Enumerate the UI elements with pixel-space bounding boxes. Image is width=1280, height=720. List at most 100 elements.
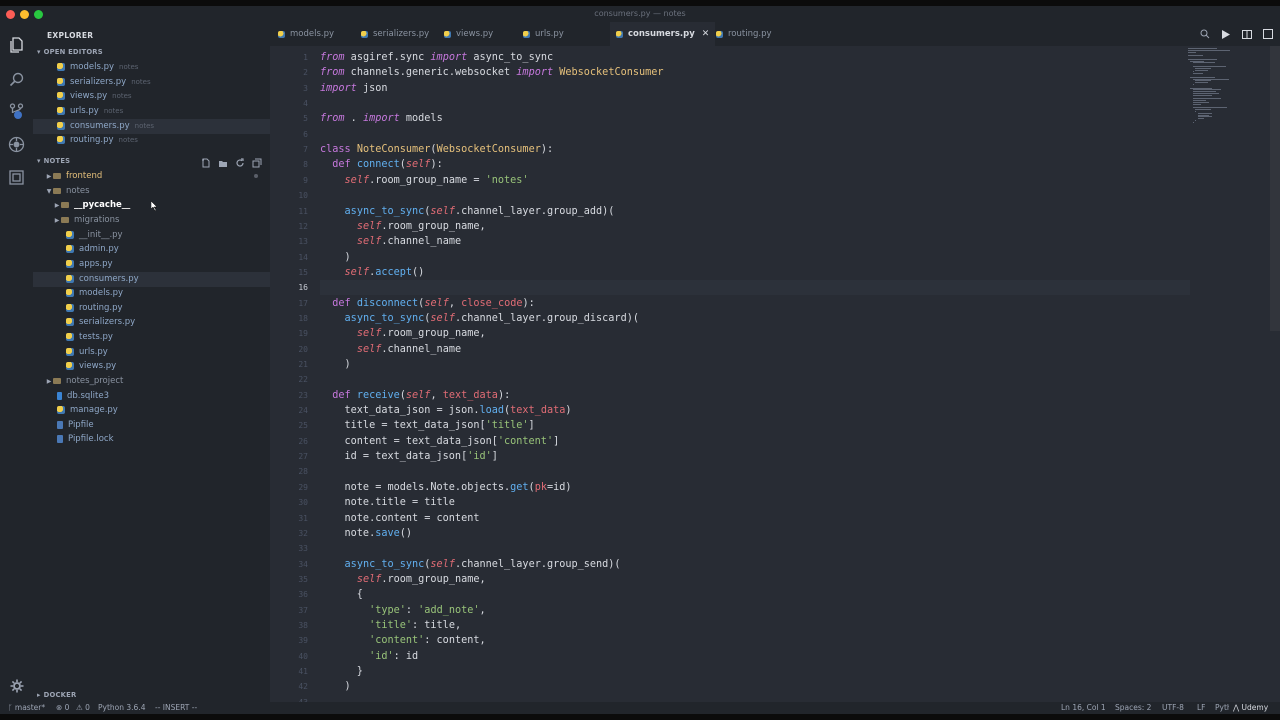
code-line[interactable]: import json (320, 81, 387, 96)
tree-file[interactable]: routing.py (33, 301, 303, 316)
code-line[interactable]: from channels.generic.websocket import W… (320, 65, 664, 80)
extensions-icon[interactable] (7, 168, 26, 187)
open-editor-item-active[interactable]: consumers.py notes (33, 119, 294, 134)
code-line[interactable]: from asgiref.sync import async_to_sync (320, 50, 553, 65)
code-editor[interactable]: 1 2 3 4 5 6 7 8 9 10 11 12 13 14 15 16 17 18 19 20 21 22 23 24 2… (270, 46, 1280, 702)
code-line[interactable]: 'title': title, (320, 618, 461, 633)
code-line[interactable]: self.channel_name (320, 234, 461, 249)
tree-folder-notes[interactable]: ▼ notes (33, 184, 282, 199)
tree-file[interactable]: Pipfile.lock (33, 432, 294, 447)
code-line[interactable]: { (320, 587, 363, 602)
minimap[interactable] (1188, 48, 1263, 128)
tab-routing[interactable]: routing.py (716, 22, 772, 46)
code-line[interactable]: self.room_group_name, (320, 326, 486, 341)
code-line[interactable]: content = text_data_json['content'] (320, 434, 560, 449)
tree-folder-frontend[interactable]: ▶ frontend (33, 169, 282, 184)
code-line[interactable]: ) (320, 679, 351, 694)
source-control-icon[interactable] (7, 102, 26, 121)
run-icon[interactable] (1221, 29, 1231, 39)
tree-file[interactable]: urls.py (33, 345, 303, 360)
tree-file[interactable]: __init__.py (33, 228, 303, 243)
warnings-count[interactable]: ⚠ 0 (76, 703, 90, 712)
tree-folder-migrations[interactable]: ▶ migrations (33, 213, 290, 228)
refresh-icon[interactable] (235, 158, 245, 168)
code-line[interactable]: note = models.Note.objects.get(pk=id) (320, 480, 572, 495)
encoding[interactable]: UTF-8 (1162, 703, 1184, 712)
code-line[interactable]: class NoteConsumer(WebsocketConsumer): (320, 142, 553, 157)
code-line[interactable]: 'id': id (320, 649, 418, 664)
open-editor-item[interactable]: models.py notes (33, 60, 294, 75)
line-number-gutter: 1 2 3 4 5 6 7 8 9 10 11 12 13 14 15 16 17 18 19 20 21 22 23 24 2… (270, 46, 308, 702)
code-line[interactable]: text_data_json = json.load(text_data) (320, 403, 572, 418)
new-folder-icon[interactable] (218, 158, 228, 168)
code-line[interactable]: self.accept() (320, 265, 425, 280)
tab-urls[interactable]: urls.py (523, 22, 564, 46)
git-branch-indicator[interactable]: ᚴ master* (8, 703, 45, 712)
tree-file[interactable]: manage.py (33, 403, 294, 418)
code-line[interactable]: self.room_group_name, (320, 572, 486, 587)
line-number: 1 (303, 53, 308, 62)
code-line[interactable]: def disconnect(self, close_code): (320, 296, 534, 311)
code-line[interactable]: 'content': content, (320, 633, 486, 648)
code-line[interactable]: ) (320, 250, 351, 265)
tree-file[interactable]: tests.py (33, 330, 303, 345)
open-editor-item[interactable]: urls.py notes (33, 104, 294, 119)
tree-file-selected[interactable]: consumers.py (33, 272, 303, 287)
tree-file[interactable]: models.py (33, 286, 303, 301)
python-interpreter[interactable]: Python 3.6.4 (98, 703, 145, 712)
new-file-icon[interactable] (201, 158, 211, 168)
code-line[interactable]: def connect(self): (320, 157, 442, 172)
code-line[interactable]: def receive(self, text_data): (320, 388, 510, 403)
tab-consumers[interactable]: consumers.py ✕ (610, 22, 716, 46)
files-icon[interactable] (7, 35, 26, 54)
tab-models[interactable]: models.py (278, 22, 334, 46)
open-editors-header[interactable]: ▾ OPEN EDITORS (37, 48, 103, 56)
code-line[interactable]: 'type': 'add_note', (320, 603, 486, 618)
code-line[interactable]: note.content = content (320, 511, 480, 526)
open-editor-item[interactable]: views.py notes (33, 89, 294, 104)
docker-section-header[interactable]: ▸ DOCKER (37, 691, 76, 699)
code-line[interactable]: async_to_sync(self.channel_layer.group_a… (320, 204, 615, 219)
udemy-logo-icon: ⋀ (1233, 703, 1242, 712)
tree-file[interactable]: apps.py (33, 257, 303, 272)
vertical-scrollbar[interactable] (1270, 46, 1280, 331)
close-tab-icon[interactable]: ✕ (702, 29, 710, 39)
code-line[interactable]: async_to_sync(self.channel_layer.group_d… (320, 311, 639, 326)
code-line[interactable]: ) (320, 357, 351, 372)
code-line[interactable]: id = text_data_json['id'] (320, 449, 498, 464)
settings-gear-icon[interactable] (7, 676, 26, 695)
tree-folder-pycache[interactable]: ▶ __pycache__ (33, 198, 290, 213)
debug-icon[interactable] (7, 135, 26, 154)
code-line[interactable]: self.channel_name (320, 342, 461, 357)
code-line[interactable]: title = text_data_json['title'] (320, 418, 535, 433)
tree-file[interactable]: db.sqlite3 (33, 389, 294, 404)
end-of-line[interactable]: LF (1197, 703, 1206, 712)
code-line[interactable]: note.title = title (320, 495, 455, 510)
tree-file[interactable]: Pipfile (33, 418, 294, 433)
open-editor-item[interactable]: serializers.py notes (33, 75, 294, 90)
chevron-right-icon: ▸ (37, 691, 41, 699)
code-line[interactable]: note.save() (320, 526, 413, 541)
code-line[interactable]: self.room_group_name = 'notes' (320, 173, 529, 188)
tab-serializers[interactable]: serializers.py (361, 22, 429, 46)
tree-file[interactable]: serializers.py (33, 315, 303, 330)
collapse-all-icon[interactable] (252, 158, 262, 168)
errors-count[interactable]: ⊗ 0 (56, 703, 69, 712)
more-actions-icon[interactable] (1263, 29, 1273, 39)
cursor-position[interactable]: Ln 16, Col 1 (1061, 703, 1106, 712)
tab-views[interactable]: views.py (444, 22, 493, 46)
code-line[interactable]: self.room_group_name, (320, 219, 486, 234)
code-line[interactable]: } (320, 664, 363, 679)
tree-folder-notes-project[interactable]: ▶ notes_project (33, 374, 282, 389)
indentation[interactable]: Spaces: 2 (1115, 703, 1151, 712)
notes-folder-header[interactable]: ▾ NOTES (37, 157, 70, 165)
search-icon[interactable] (7, 70, 26, 89)
split-editor-icon[interactable] (1242, 29, 1252, 39)
line-number: 4 (303, 99, 308, 109)
tree-file[interactable]: views.py (33, 359, 303, 374)
tree-file[interactable]: admin.py (33, 242, 303, 257)
open-changes-icon[interactable] (1200, 29, 1210, 39)
code-line[interactable]: from . import models (320, 111, 443, 126)
code-line[interactable]: async_to_sync(self.channel_layer.group_s… (320, 557, 621, 572)
open-editor-item[interactable]: routing.py notes (33, 133, 294, 148)
